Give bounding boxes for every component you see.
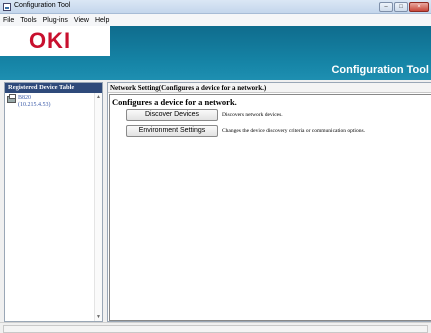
environment-settings-button[interactable]: Environment Settings [126,125,218,137]
menu-bar: File Tools Plug-ins View Help [0,14,431,26]
discover-devices-description: Discovers network devices. [222,112,283,118]
close-button[interactable]: × [409,2,429,12]
menu-tools[interactable]: Tools [20,17,36,24]
network-setting-content: Configures a device for a network. Disco… [109,94,431,321]
header-banner: OKI Configuration Tool [0,26,431,80]
menu-help[interactable]: Help [95,17,109,24]
app-icon [3,3,11,11]
oki-logo: OKI [28,28,72,53]
banner-title: Configuration Tool [331,64,429,76]
maximize-button[interactable]: □ [394,2,408,12]
device-item-b820[interactable]: B820 (10.215.4.53) [7,94,51,109]
scroll-down-icon[interactable]: ▼ [95,313,102,321]
device-ip: (10.215.4.53) [18,102,51,108]
status-text [3,325,428,333]
network-setting-panel: Network Setting(Configures a device for … [107,82,431,322]
menu-view[interactable]: View [74,17,89,24]
status-bar [0,322,431,333]
environment-settings-description: Changes the device discovery criteria or… [222,128,365,134]
discover-devices-button[interactable]: Discover Devices [126,109,218,121]
printer-icon [7,94,16,103]
minimize-button[interactable]: – [379,2,393,12]
section-title: Configures a device for a network. [112,97,237,107]
network-setting-header: Network Setting(Configures a device for … [108,83,431,93]
menu-file[interactable]: File [3,17,14,24]
menu-plugins[interactable]: Plug-ins [43,17,68,24]
title-bar: Configuration Tool – □ × [0,0,431,14]
window-title: Configuration Tool [14,2,71,9]
scroll-up-icon[interactable]: ▲ [95,93,102,101]
device-label: B820 (10.215.4.53) [18,95,51,109]
device-name: B820 [18,95,32,101]
device-table-scrollbar[interactable]: ▲ ▼ [94,93,102,321]
device-table-header: Registered Device Table [5,83,102,93]
registered-device-panel: Registered Device Table B820 (10.215.4.5… [4,82,103,322]
